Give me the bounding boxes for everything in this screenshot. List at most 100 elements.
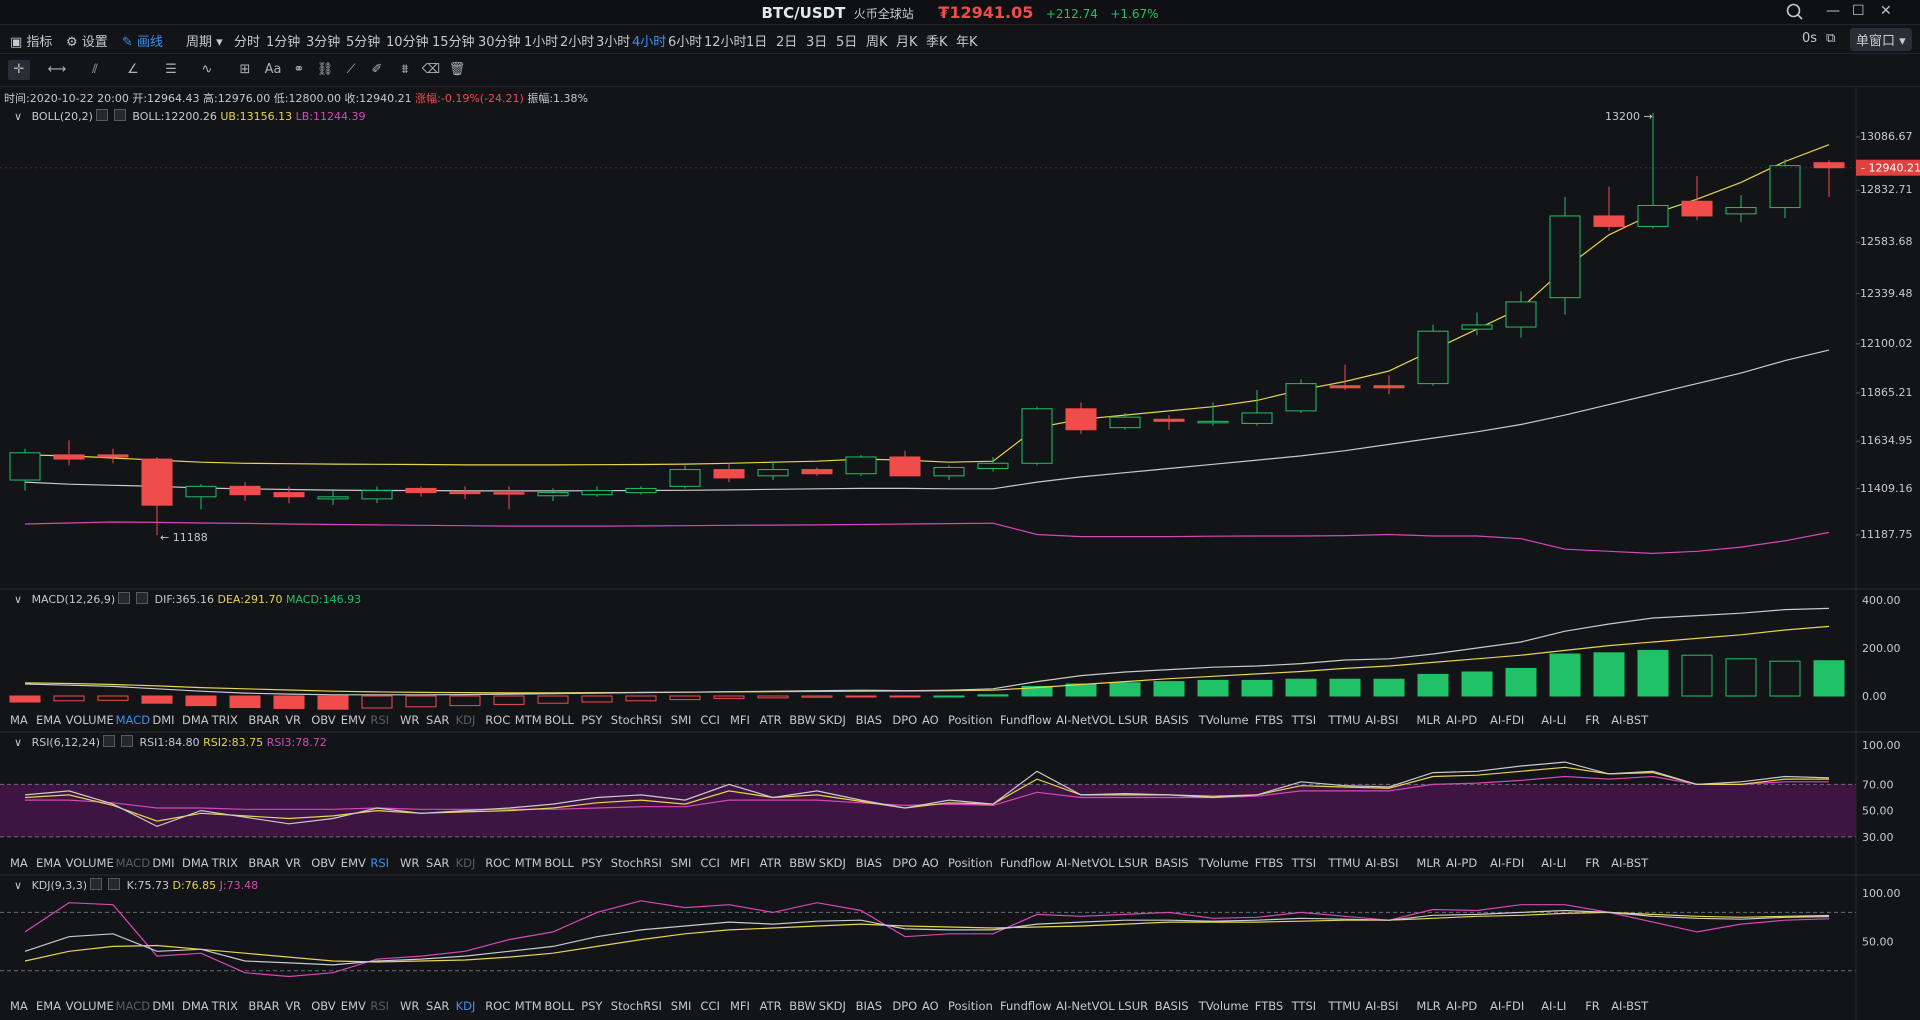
candle-body [1417,330,1449,385]
candle-body [405,487,437,494]
candle-body [1505,301,1537,328]
candle-body [713,469,745,479]
macd-histogram-bar [1197,679,1229,697]
kdj-axis-label: 100.00 [1862,887,1901,900]
macd-histogram-bar [1637,649,1669,697]
candle-body [801,469,833,475]
macd-histogram-bar [1769,660,1801,697]
low-marker-label: ← 11188 [160,531,208,544]
candle-body [229,485,261,496]
candle-body [669,469,701,487]
macd-histogram-bar [801,695,833,698]
candle-body [449,491,481,495]
rsi-axis-label: 70.00 [1862,778,1894,791]
macd-histogram-bar [1505,667,1537,697]
macd-histogram-bar [1461,671,1493,697]
macd-histogram-bar [53,695,85,702]
macd-histogram-bar [1725,658,1757,697]
macd-histogram-bar [493,695,525,705]
macd-histogram-bar [933,695,965,698]
candle-body [1461,324,1493,330]
macd-histogram-bar [317,695,349,710]
macd-histogram-bar [1285,678,1317,697]
high-marker-label: 13200 → [1605,110,1653,123]
macd-histogram-bar [669,695,701,701]
macd-histogram-bar [1241,679,1273,697]
macd-histogram-bar [1373,678,1405,697]
macd-axis-label: 0.00 [1862,690,1887,703]
candle-body [977,462,1009,470]
macd-histogram-bar [141,695,173,704]
macd-histogram-bar [1153,681,1185,697]
candle-body [1549,215,1581,299]
kdj-d-line [24,911,1830,963]
macd-histogram-bar [713,695,745,699]
rsi-axis-label: 30.00 [1862,831,1894,844]
candle-body [1769,165,1801,209]
macd-histogram-bar [185,695,217,707]
candle-body [9,452,41,481]
macd-axis-label: 200.00 [1862,642,1901,655]
candle-body [845,456,877,475]
candle-body [1109,416,1141,429]
rsi-axis-label: 100.00 [1862,739,1901,752]
candle-body [581,490,613,496]
macd-histogram-bar [1681,654,1713,697]
macd-histogram-bar [1417,673,1449,697]
macd-histogram-bar [625,695,657,702]
candle-body [1197,420,1229,424]
candle-body [493,492,525,495]
macd-histogram-bar [97,695,129,701]
candle-body [1241,412,1273,424]
macd-histogram-bar [449,695,481,707]
candle-body [1681,200,1713,217]
macd-histogram-bar [977,694,1009,697]
candle-body [1065,408,1097,431]
boll-lower-line [24,521,1830,555]
kdj-axis-label: 50.00 [1862,936,1894,949]
rsi-axis-label: 50.00 [1862,805,1894,818]
candle-body [537,492,569,497]
boll-middle-line [24,349,1830,492]
candle-body [889,456,921,477]
macd-histogram-bar [1813,660,1845,697]
macd-histogram-bar [889,695,921,698]
candle-body [317,496,349,500]
candle-body [97,454,129,458]
candle-body [1725,207,1757,215]
candle-body [1285,383,1317,412]
macd-histogram-bar [9,695,41,703]
candle-body [1153,418,1185,422]
candle-body [1373,385,1405,389]
current-price-label: - 12940.21 [1861,162,1920,175]
macd-histogram-bar [273,695,305,709]
chart-canvas[interactable]: 13200 → ← 11188 - 12940.21 400.00 200.00 0.00… [0,0,1920,1020]
candle-body [53,454,85,460]
macd-histogram-bar [1109,682,1141,697]
rsi-band [0,784,1856,837]
macd-histogram-bar [537,695,569,704]
kdj-k-line [24,909,1830,966]
candle-body [141,458,173,506]
macd-histogram-bar [1549,653,1581,697]
macd-axis-label: 400.00 [1862,594,1901,607]
candle-body [1329,385,1361,389]
macd-histogram-bar [1329,678,1361,697]
candle-body [361,490,393,500]
macd-histogram-bar [845,695,877,698]
macd-histogram-bar [229,695,261,709]
candle-body [1637,204,1669,227]
candle-body [933,466,965,477]
candle-body [757,469,789,477]
candle-body [273,492,305,498]
candle-body [1813,162,1845,169]
macd-histogram-bar [581,695,613,703]
macd-histogram-bar [1593,652,1625,697]
macd-histogram-bar [757,695,789,699]
macd-histogram-bar [361,695,393,709]
macd-histogram-bar [405,695,437,708]
candle-body [185,485,217,498]
candle-body [1021,408,1053,464]
candle-body [1593,215,1625,227]
candle-body [625,487,657,494]
